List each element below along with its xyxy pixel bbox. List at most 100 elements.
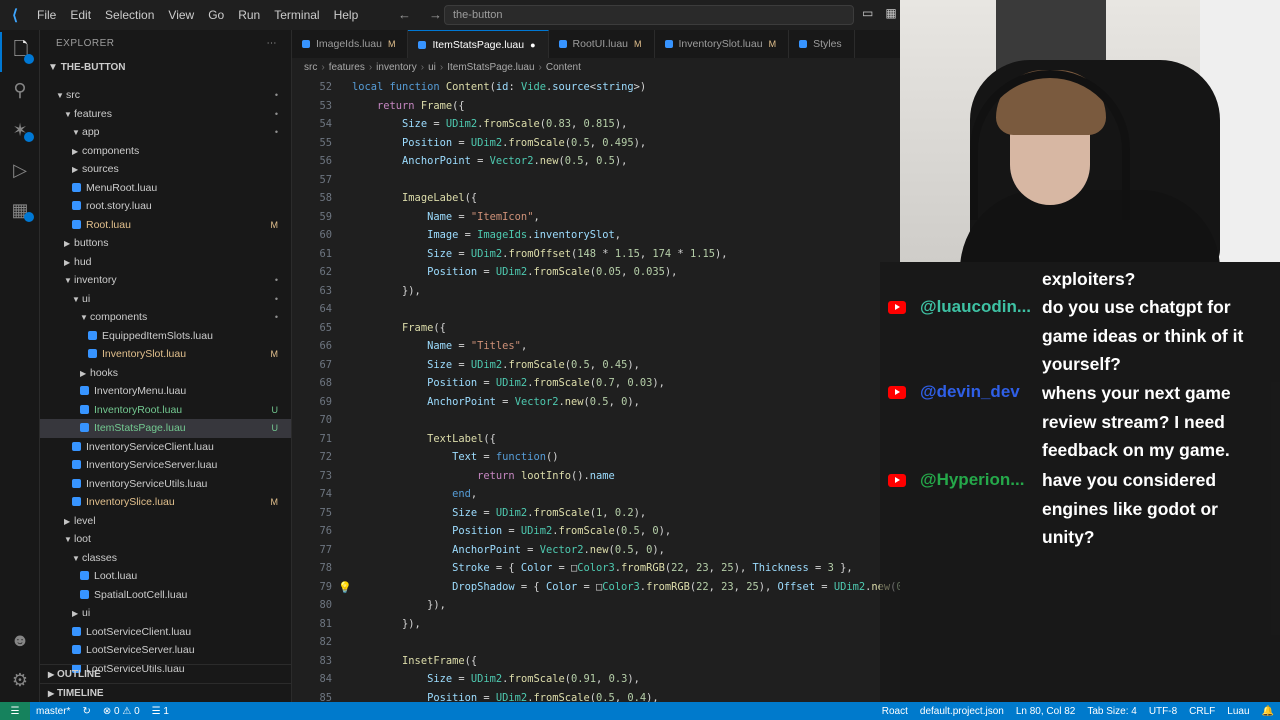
extensions-icon[interactable]: ▦ [0, 190, 40, 230]
account-icon[interactable]: ☻ [0, 620, 40, 660]
settings-gear-icon[interactable]: ⚙ [0, 660, 40, 700]
tree-item[interactable]: InventorySlice.luau M [40, 493, 291, 512]
tree-item[interactable]: InventorySlot.luau M [40, 345, 291, 364]
line-number: 77 [319, 543, 332, 556]
forward-arrow-icon[interactable]: → [429, 7, 442, 22]
tab-label: RootUI.luau [572, 38, 628, 50]
breadcrumb-segment[interactable]: ui [428, 62, 436, 73]
tree-item[interactable]: ▼ src • [40, 86, 291, 105]
sync-status[interactable]: ↻ [76, 706, 96, 717]
menu-help[interactable]: Help [327, 8, 366, 22]
tree-item[interactable]: InventoryRoot.luau U [40, 401, 291, 420]
roact-status[interactable]: Roact [876, 706, 914, 717]
activity-bar: 🗋 ⚲ ✶ ▷ ▦ ☻ ⚙ [0, 30, 40, 702]
line-ending[interactable]: CRLF [1183, 706, 1221, 717]
chat-author-name: @Hyperion... [920, 470, 1025, 489]
tree-item[interactable]: ▶ hud [40, 253, 291, 272]
tree-item[interactable]: SpatialLootCell.luau [40, 586, 291, 605]
source-control-icon[interactable]: ✶ [0, 110, 40, 150]
code-line: Text = function() [452, 451, 559, 463]
tree-item[interactable]: LootServiceClient.luau [40, 623, 291, 642]
run-debug-icon[interactable]: ▷ [0, 150, 40, 190]
menu-selection[interactable]: Selection [98, 8, 161, 22]
luau-file-icon [558, 40, 567, 48]
lightbulb-icon[interactable]: 💡 [338, 581, 352, 594]
command-center-search[interactable]: the-button [444, 5, 854, 25]
menu-terminal[interactable]: Terminal [267, 8, 326, 22]
line-number: 85 [319, 691, 332, 703]
cursor-position[interactable]: Ln 80, Col 82 [1010, 706, 1082, 717]
workspace-root[interactable]: ▼ THE-BUTTON [40, 58, 291, 78]
breadcrumb-segment[interactable]: ItemStatsPage.luau [447, 62, 534, 73]
menu-run[interactable]: Run [231, 8, 267, 22]
editor-tab[interactable]: ItemStatsPage.luau ● [408, 30, 549, 58]
editor-tab[interactable]: Styles [789, 30, 855, 58]
tree-item[interactable]: Root.luau M [40, 216, 291, 235]
tree-item[interactable]: InventoryServiceServer.luau [40, 456, 291, 475]
tree-item[interactable]: Loot.luau [40, 567, 291, 586]
tree-item-label: MenuRoot.luau [86, 181, 158, 194]
project-status[interactable]: default.project.json [914, 706, 1010, 717]
editor-tab[interactable]: ImageIds.luau M [292, 30, 409, 58]
code-line: DropShadow = { Color = □Color3.fromRGB(2… [452, 580, 900, 593]
encoding[interactable]: UTF-8 [1143, 706, 1183, 717]
code-line: return Frame({ [377, 99, 465, 112]
tree-item[interactable]: ▼ inventory • [40, 271, 291, 290]
breadcrumb-segment[interactable]: Content [546, 62, 581, 73]
panel-toggle-icon[interactable]: ▦ [885, 6, 896, 20]
tree-item[interactable]: ▼ app • [40, 123, 291, 142]
menu-file[interactable]: File [30, 8, 63, 22]
tree-item[interactable]: ▶ components [40, 142, 291, 161]
breadcrumb-segment[interactable]: src [304, 62, 317, 73]
editor-tab[interactable]: InventorySlot.luau M [654, 30, 790, 58]
tree-item[interactable]: EquippedItemSlots.luau [40, 327, 291, 346]
layout-toggle-icon[interactable]: ▭ [862, 6, 873, 20]
tree-item[interactable]: ▼ features • [40, 105, 291, 124]
language-mode[interactable]: Luau [1221, 706, 1255, 717]
problems-status[interactable]: ⊗ 0 ⚠ 0 [97, 706, 146, 717]
timeline-panel[interactable]: ▶ TIMELINE [40, 683, 291, 702]
tree-item[interactable]: InventoryMenu.luau [40, 382, 291, 401]
tree-item[interactable]: ItemStatsPage.luau U [40, 419, 291, 438]
tree-item[interactable]: ▼ components • [40, 308, 291, 327]
tab-label: Styles [813, 38, 842, 50]
tree-item[interactable]: ▶ ui [40, 604, 291, 623]
breadcrumb-segment[interactable]: features [329, 62, 365, 73]
tree-item[interactable]: ▶ sources [40, 160, 291, 179]
tree-item[interactable]: ▼ ui • [40, 290, 291, 309]
webcam-headphones [970, 70, 1130, 220]
tab-size[interactable]: Tab Size: 4 [1081, 706, 1142, 717]
tree-item[interactable]: MenuRoot.luau [40, 179, 291, 198]
tree-item[interactable]: ▼ loot [40, 530, 291, 549]
tree-item[interactable]: InventoryServiceClient.luau [40, 438, 291, 457]
tree-item-label: components [82, 144, 140, 157]
back-arrow-icon[interactable]: ← [398, 7, 411, 22]
tree-item[interactable]: ▶ hooks [40, 364, 291, 383]
notifications-bell-icon[interactable]: 🔔 [1256, 706, 1280, 717]
code-line: }), [352, 617, 421, 630]
tree-item[interactable]: ▶ buttons [40, 234, 291, 253]
menu-go[interactable]: Go [201, 8, 231, 22]
tree-item[interactable]: InventoryServiceUtils.luau [40, 475, 291, 494]
more-actions-icon[interactable]: ⋯ [267, 30, 278, 58]
outline-panel[interactable]: ▶ OUTLINE [40, 664, 291, 683]
search-icon[interactable]: ⚲ [0, 70, 40, 110]
remote-indicator-icon[interactable]: ☰ [0, 702, 30, 720]
luau-file-icon [72, 201, 81, 210]
ports-status[interactable]: ☰ 1 [146, 706, 175, 717]
explorer-icon[interactable]: 🗋 [0, 32, 40, 72]
tree-item[interactable]: ▼ classes [40, 549, 291, 568]
breadcrumb-segment[interactable]: inventory [376, 62, 417, 73]
tree-item-label: sources [82, 163, 119, 175]
branch-status[interactable]: master* [30, 706, 76, 717]
line-number: 76 [319, 525, 332, 537]
editor-tab[interactable]: RootUI.luau M [548, 30, 655, 58]
code-line: }), [352, 284, 421, 297]
menu-edit[interactable]: Edit [63, 8, 98, 22]
code-editor[interactable]: 52 53 54 55 56 57 58 59 60 61 62 63 64 65 66 67 68 69 70 71… [292, 78, 900, 702]
tree-item[interactable]: root.story.luau [40, 197, 291, 216]
tree-item[interactable]: LootServiceServer.luau [40, 641, 291, 660]
menu-view[interactable]: View [161, 8, 201, 22]
tree-item[interactable]: ▶ level [40, 512, 291, 531]
